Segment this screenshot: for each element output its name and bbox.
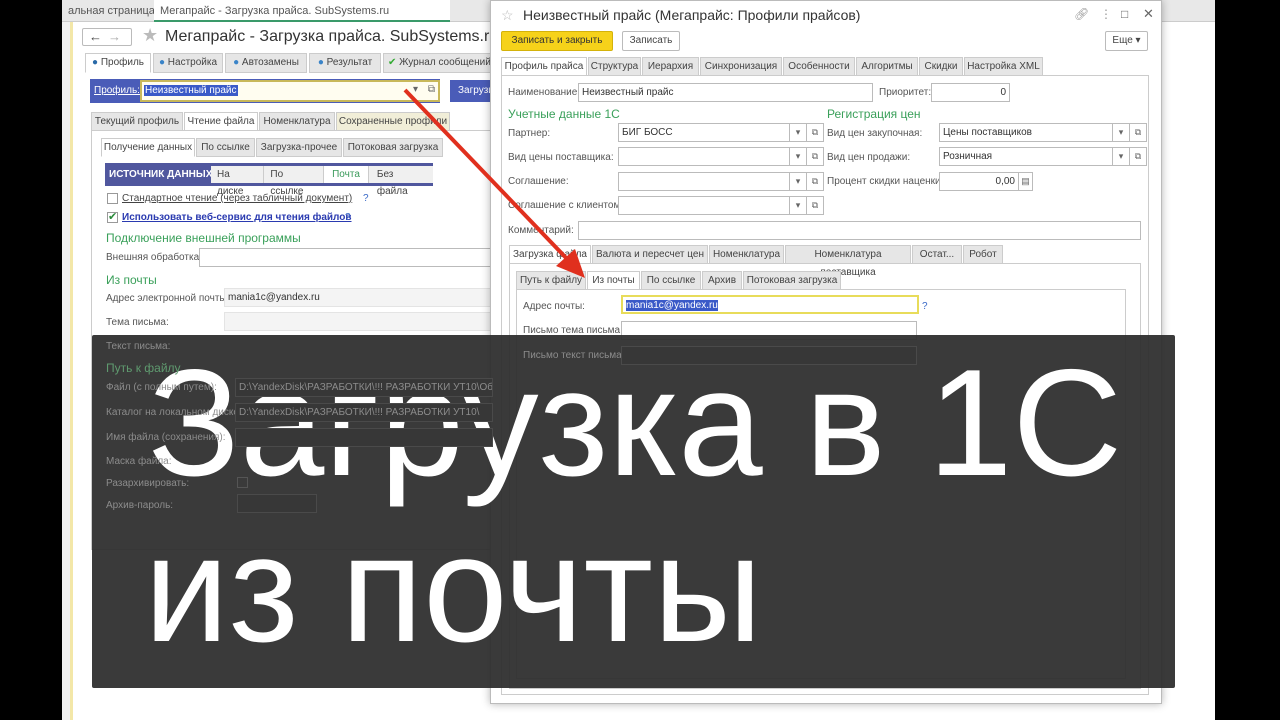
password-input[interactable] [237, 494, 317, 513]
file-input[interactable]: D:\YandexDisk\РАЗРАБОТКИ\!!! РАЗРАБОТКИ … [235, 378, 493, 397]
path-section-title: Путь к файлу [106, 361, 181, 375]
mail-body-label: Письмо текст письма: [523, 350, 625, 361]
overlay-title-line1: Загрузка в 1С [148, 338, 1123, 508]
mail-body-input[interactable] [621, 346, 917, 365]
unzip-label: Разархивировать: [106, 478, 190, 489]
unzip-checkbox[interactable] [237, 477, 248, 488]
body-label: Текст письма: [106, 341, 171, 352]
filename-label: Имя файла (сохранения): [106, 432, 226, 443]
filename-input[interactable] [235, 428, 493, 447]
password-label: Архив-пароль: [106, 500, 174, 511]
mask-label: Маска файла: [106, 456, 172, 467]
file-label: Файл (с полным путем): [106, 382, 217, 393]
dir-input[interactable]: D:\YandexDisk\РАЗРАБОТКИ\!!! РАЗРАБОТКИ … [235, 403, 493, 422]
overlay-title-line2: из почты [144, 504, 763, 674]
dir-label: Каталог на локальном диске: [106, 407, 242, 418]
